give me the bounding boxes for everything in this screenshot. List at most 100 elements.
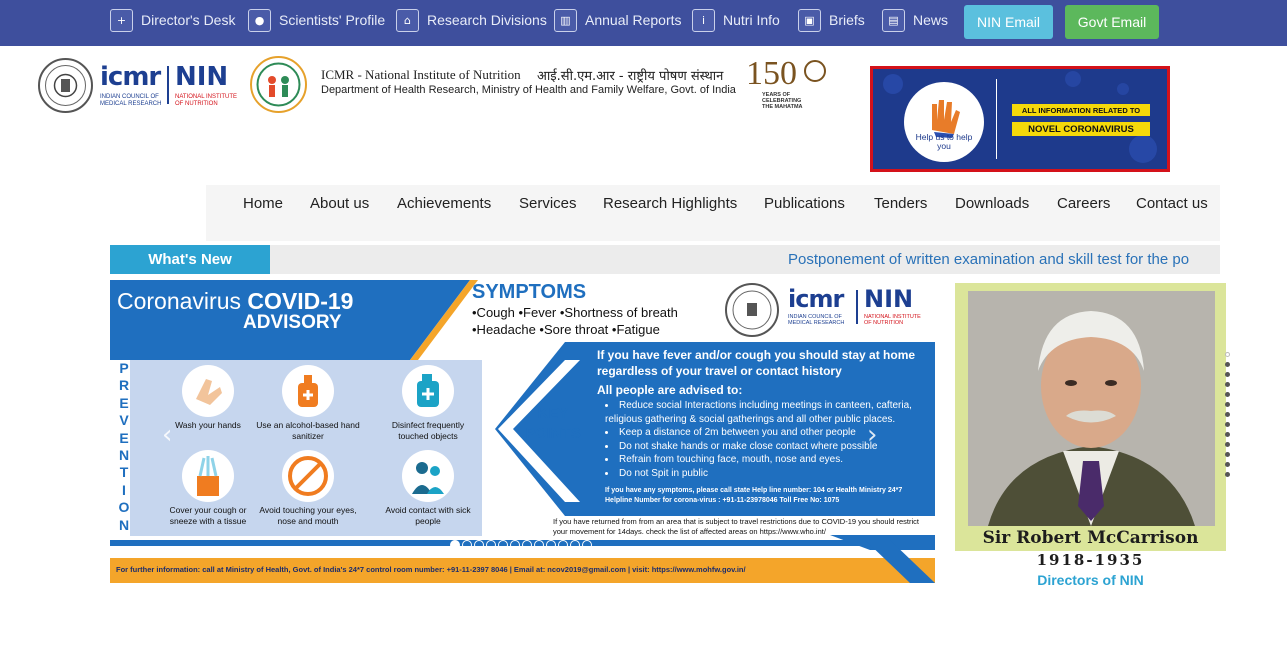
charkha-icon: [804, 60, 826, 82]
carousel-prev-chevron-icon[interactable]: ‹: [162, 420, 172, 450]
director-dot[interactable]: [1225, 422, 1230, 427]
key-point-item: Refrain from touching face, mouth, nose …: [605, 453, 935, 467]
director-dot[interactable]: [1225, 472, 1230, 477]
director-dot[interactable]: [1225, 462, 1230, 467]
director-dot[interactable]: [1225, 352, 1230, 357]
key-points-heading: If you have fever and/or cough you shoul…: [597, 348, 916, 378]
govt-email-button[interactable]: Govt Email: [1065, 5, 1159, 39]
nav-tenders[interactable]: Tenders: [874, 195, 927, 212]
coronavirus-info-banner[interactable]: Help us to help you ALL INFORMATION RELA…: [870, 66, 1170, 172]
research-divisions-link[interactable]: ⌂ Research Divisions: [396, 8, 547, 32]
header-subtitle: Department of Health Research, Ministry …: [321, 84, 736, 96]
annual-reports-link[interactable]: ▥ Annual Reports: [554, 8, 682, 32]
carousel-dot[interactable]: [534, 540, 544, 550]
tip-disinfect: Disinfect frequently touched objects: [391, 420, 465, 441]
symptoms-line1: •Cough •Fever •Shortness of breath: [472, 305, 678, 320]
director-dot[interactable]: [1225, 382, 1230, 387]
nin-logo-text: NIN: [175, 62, 229, 92]
briefs-link[interactable]: ▣ Briefs: [798, 8, 865, 32]
key-points-list: Reduce social Interactions including mee…: [605, 399, 935, 480]
logo-divider-small: [856, 290, 858, 324]
info-icon: i: [692, 8, 715, 32]
header-title-hindi: आई.सी.एम.आर - राष्ट्रीय पोषण संस्थान: [537, 69, 724, 84]
no-touch-face-icon: [282, 450, 334, 502]
carousel-dot[interactable]: [486, 540, 496, 550]
tissue-icon: [182, 450, 234, 502]
nav-downloads[interactable]: Downloads: [955, 195, 1029, 212]
carousel-indicators: [450, 540, 592, 550]
nav-publications[interactable]: Publications: [764, 195, 845, 212]
symptoms-title: SYMPTOMS: [472, 281, 587, 303]
banner-divider: [996, 79, 997, 159]
director-dot[interactable]: [1225, 452, 1230, 457]
carousel-next-chevron-icon[interactable]: ›: [867, 420, 877, 450]
nav-research-highlights[interactable]: Research Highlights: [603, 195, 737, 212]
ticker-news-link[interactable]: Postponement of written examination and …: [788, 251, 1189, 268]
carousel-dot[interactable]: [582, 540, 592, 550]
carousel-dot[interactable]: [546, 540, 556, 550]
nav-home[interactable]: Home: [243, 195, 283, 212]
nin-logo-sub: NATIONAL INSTITUTE OF NUTRITION: [175, 94, 238, 107]
director-dot[interactable]: [1225, 432, 1230, 437]
icmr-logo-text: icmr: [100, 62, 161, 92]
wash-hands-icon: [182, 365, 234, 417]
icmr-sub-small: INDIAN COUNCIL OF MEDICAL RESEARCH: [788, 314, 845, 326]
key-point-item: Keep a distance of 2m between you and ot…: [605, 426, 935, 440]
director-dot[interactable]: [1225, 392, 1230, 397]
nin-sub-small: NATIONAL INSTITUTE OF NUTRITION: [864, 314, 921, 326]
directors-of-nin-link[interactable]: Directors of NIN: [955, 572, 1226, 588]
nav-about-us[interactable]: About us: [310, 195, 369, 212]
banner-line1: ALL INFORMATION RELATED TO: [1012, 104, 1150, 116]
carousel-dot[interactable]: [474, 540, 484, 550]
tip-tissue: Cover your cough or sneeze with a tissue: [169, 505, 247, 526]
director-name: Sir Robert McCarrison: [982, 528, 1199, 548]
directors-desk-link[interactable]: + Director's Desk: [110, 8, 235, 32]
tip-sanitizer: Use an alcohol-based hand sanitizer: [256, 420, 360, 441]
director-dot[interactable]: [1225, 442, 1230, 447]
institution-icon: ⌂: [396, 8, 419, 32]
nutri-info-link[interactable]: i Nutri Info: [692, 8, 780, 32]
carousel-dot[interactable]: [522, 540, 532, 550]
nin-logo-small: NIN: [864, 285, 914, 313]
icmr-seal-logo: [38, 58, 93, 113]
nav-contact-us[interactable]: Contact us: [1136, 195, 1208, 212]
prevention-vertical-label: PREVENTION: [118, 360, 130, 533]
symptoms-line2: •Headache •Sore throat •Fatigue: [472, 322, 660, 337]
tip-avoid-contact: Avoid contact with sick people: [385, 505, 471, 526]
main-navigation: Home About us Achievements Services Rese…: [206, 185, 1220, 241]
sanitizer-icon: [282, 365, 334, 417]
banner-line2: NOVEL CORONAVIRUS: [1012, 122, 1150, 136]
nin-seal-logo: [250, 56, 307, 113]
carousel-dot[interactable]: [462, 540, 472, 550]
director-carousel-indicators: [1225, 352, 1230, 477]
nav-careers[interactable]: Careers: [1057, 195, 1110, 212]
news-link[interactable]: ▤ News: [882, 8, 948, 32]
director-dot[interactable]: [1225, 412, 1230, 417]
nav-achievements[interactable]: Achievements: [397, 195, 491, 212]
director-dot[interactable]: [1225, 362, 1230, 367]
tip-avoid-touching: Avoid touching your eyes, nose and mouth: [259, 505, 357, 526]
nin-email-button[interactable]: NIN Email: [964, 5, 1053, 39]
disinfect-icon: [402, 365, 454, 417]
key-points-advised: All people are advised to:: [597, 383, 743, 397]
whats-new-label: What's New: [110, 245, 270, 274]
helpline-text: If you have any symptoms, please call st…: [605, 487, 903, 504]
director-dot[interactable]: [1225, 372, 1230, 377]
header-title-english: ICMR - National Institute of Nutrition: [321, 67, 521, 82]
key-point-item: Do not Spit in public: [605, 467, 935, 481]
carousel-dot[interactable]: [570, 540, 580, 550]
advisory-subtitle: ADVISORY: [243, 312, 342, 333]
sick-contact-icon: [402, 450, 454, 502]
director-dot[interactable]: [1225, 402, 1230, 407]
director-portrait: [968, 291, 1215, 526]
carousel-dot[interactable]: [498, 540, 508, 550]
logo-divider: [167, 66, 169, 104]
carousel-dot[interactable]: [558, 540, 568, 550]
top-bar: + Director's Desk ● Scientists' Profile …: [0, 0, 1287, 46]
scientists-profile-link[interactable]: ● Scientists' Profile: [248, 8, 385, 32]
newspaper-icon: ▤: [882, 8, 905, 32]
covid-advisory-slider: Coronavirus COVID-19 ADVISORY PREVENTION…: [110, 280, 935, 583]
carousel-dot[interactable]: [510, 540, 520, 550]
carousel-dot[interactable]: [450, 540, 460, 550]
nav-services[interactable]: Services: [519, 195, 577, 212]
